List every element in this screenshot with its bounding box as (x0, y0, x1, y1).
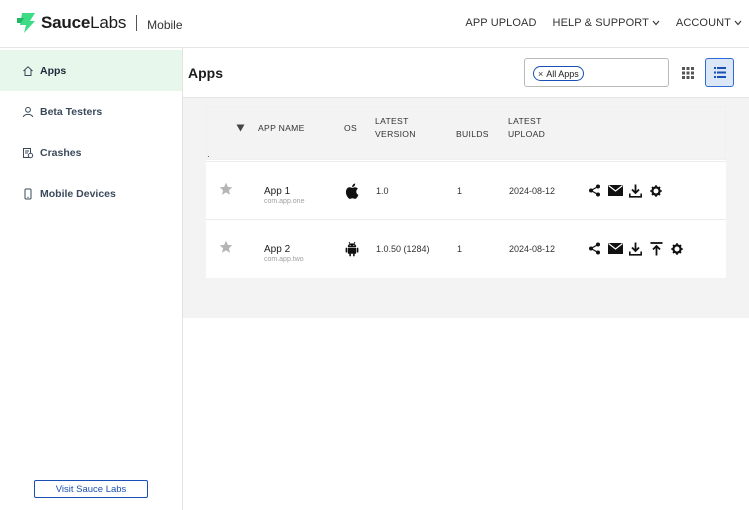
email-icon (607, 243, 623, 254)
col-latest-upload-line2: UPLOAD (508, 129, 546, 139)
nav-app-upload[interactable]: APP UPLOAD (465, 17, 536, 29)
android-icon (345, 241, 359, 257)
sidebar-item-label: Crashes (40, 146, 82, 159)
main-toolbar: Apps × All Apps (183, 48, 749, 98)
product-name: Mobile (147, 17, 183, 32)
upload-icon (650, 241, 662, 255)
saucelabs-logo-icon (17, 13, 35, 33)
app-builds: 1 (457, 244, 463, 254)
download-icon (629, 184, 642, 198)
col-app-name[interactable]: APP NAME (258, 122, 305, 135)
nav-app-upload-label: APP UPLOAD (465, 17, 537, 29)
page-title: Apps (188, 65, 223, 81)
table-header: APP NAME OS LATEST VERSION BUILDS LATEST… (206, 106, 726, 160)
list-view-button[interactable] (705, 58, 734, 87)
crash-icon (23, 147, 34, 158)
share-icon (589, 184, 600, 197)
download-button[interactable] (628, 183, 643, 198)
col-os[interactable]: OS (344, 122, 357, 135)
grid-icon (681, 66, 694, 79)
upload-button[interactable] (649, 241, 664, 256)
download-icon (629, 242, 642, 256)
app-version: 1.0 (376, 186, 389, 196)
share-icon (589, 242, 600, 255)
share-button[interactable] (587, 241, 602, 256)
top-header: SauceLabs Mobile APP UPLOAD HELP & SUPPO… (0, 0, 749, 48)
settings-icon (650, 184, 662, 197)
settings-button[interactable] (649, 183, 664, 198)
top-nav: APP UPLOAD HELP & SUPPORT ACCOUNT (465, 17, 742, 29)
col-latest-version-line1: LATEST (375, 116, 409, 126)
brand-divider (136, 15, 138, 31)
app-upload-date: 2024-08-12 (509, 244, 556, 254)
col-latest-upload[interactable]: LATEST UPLOAD (508, 115, 545, 141)
sidebar-item-label: Mobile Devices (40, 187, 116, 200)
app-package: com.app.two (264, 256, 304, 263)
visit-sauce-labs-button[interactable]: Visit Sauce Labs (34, 480, 148, 498)
sidebar-item-mobile-devices[interactable]: Mobile Devices (0, 173, 182, 214)
col-latest-upload-line1: LATEST (508, 116, 542, 126)
home-icon (23, 65, 33, 76)
app-filter-input[interactable]: × All Apps (524, 58, 669, 87)
table-row[interactable]: App 1 com.app.one 1.0 1 2024-08-12 (206, 161, 726, 219)
col-latest-version-line2: VERSION (375, 129, 416, 139)
header-marker (208, 156, 209, 157)
nav-account[interactable]: ACCOUNT (676, 17, 742, 29)
sidebar-item-beta-testers[interactable]: Beta Testers (0, 91, 182, 132)
apple-icon (345, 183, 359, 199)
chevron-down-icon (652, 20, 660, 26)
row-actions (587, 183, 669, 198)
col-builds[interactable]: BUILDS (456, 128, 489, 141)
apps-table: APP NAME OS LATEST VERSION BUILDS LATEST… (206, 106, 726, 278)
settings-button[interactable] (669, 241, 684, 256)
sidebar-item-apps[interactable]: Apps (0, 50, 182, 91)
sidebar-item-label: Apps (40, 64, 67, 77)
app-upload-date: 2024-08-12 (509, 186, 556, 196)
phone-icon (24, 188, 32, 199)
email-icon (607, 185, 623, 196)
filter-chip-label: All Apps (546, 68, 579, 79)
row-actions (587, 241, 690, 256)
sidebar-item-label: Beta Testers (40, 105, 103, 118)
nav-help-support[interactable]: HELP & SUPPORT (553, 17, 660, 29)
settings-icon (670, 242, 683, 255)
email-button[interactable] (607, 241, 623, 256)
email-button[interactable] (607, 183, 623, 198)
app-builds: 1 (457, 186, 463, 196)
chevron-down-icon (734, 20, 742, 26)
col-latest-version[interactable]: LATEST VERSION (375, 115, 416, 141)
sidebar: Apps Beta Testers Crashes Mobile Devices… (0, 48, 183, 510)
user-icon (23, 106, 33, 117)
star-icon[interactable] (219, 240, 233, 254)
close-icon[interactable]: × (538, 69, 543, 79)
sidebar-item-crashes[interactable]: Crashes (0, 132, 182, 173)
saucelabs-logo[interactable]: SauceLabs Mobile (16, 12, 183, 34)
app-package: com.app.one (264, 198, 305, 205)
download-button[interactable] (628, 241, 643, 256)
sort-down-icon[interactable] (236, 124, 245, 132)
star-icon[interactable] (219, 182, 233, 196)
app-version: 1.0.50 (1284) (376, 244, 430, 254)
table-row[interactable]: App 2 com.app.two 1.0.50 (1284) 1 2024-0… (206, 219, 726, 277)
list-icon (713, 67, 726, 78)
share-button[interactable] (587, 183, 602, 198)
app-name[interactable]: App 2 (264, 244, 290, 255)
brand-name: SauceLabs (41, 13, 127, 32)
nav-help-support-label: HELP & SUPPORT (552, 17, 649, 29)
nav-account-label: ACCOUNT (675, 17, 731, 29)
grid-view-button[interactable] (673, 58, 702, 87)
filter-chip-all-apps[interactable]: × All Apps (533, 66, 584, 81)
app-name[interactable]: App 1 (264, 186, 290, 197)
main-content: Apps × All Apps APP NAME OS LATEST VERSI… (183, 48, 749, 318)
